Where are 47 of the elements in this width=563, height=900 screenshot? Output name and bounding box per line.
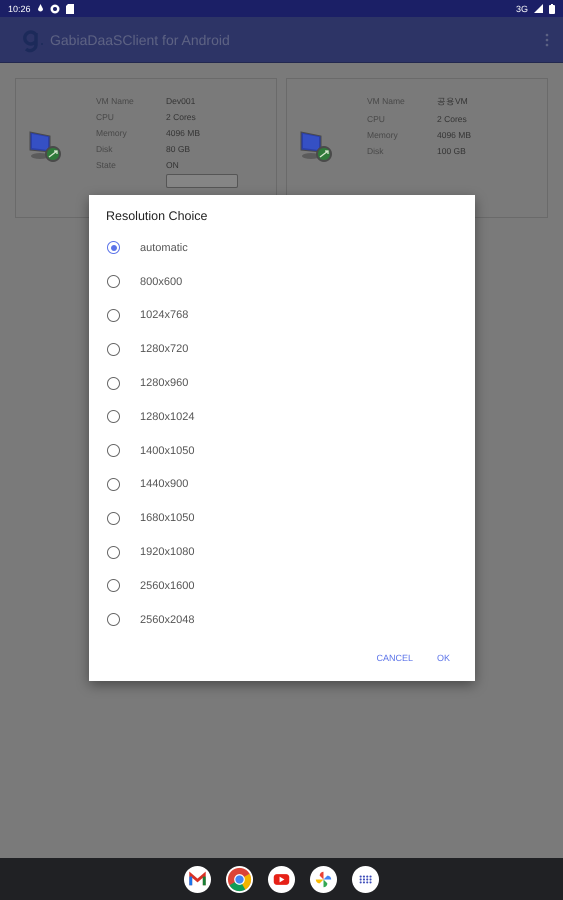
play-icon[interactable] (267, 864, 296, 894)
resolution-option[interactable]: 1680x1050 (106, 501, 457, 536)
browser-icon[interactable] (225, 864, 254, 894)
sim-card-icon (66, 4, 74, 14)
clock: 10:26 (8, 4, 31, 14)
resolution-option[interactable]: 1280x720 (106, 332, 457, 366)
resolution-option[interactable]: 1440x900 (106, 468, 457, 502)
radio-button[interactable] (107, 444, 120, 458)
field-value: 4096 MB (166, 128, 202, 138)
radio-button[interactable] (107, 241, 120, 254)
radio-button[interactable] (107, 342, 120, 356)
radio-button[interactable] (107, 613, 120, 626)
resolution-option[interactable]: 1280x960 (106, 366, 457, 400)
radio-button[interactable] (107, 308, 120, 322)
apps-icon[interactable] (351, 864, 380, 894)
resolution-option[interactable]: 2560x1600 (106, 568, 457, 603)
field-value: 4096 MB (437, 130, 472, 140)
field-value: 100 GB (437, 146, 467, 156)
radio-button[interactable] (107, 579, 120, 592)
notification-icon (50, 4, 60, 14)
radio-button[interactable] (107, 478, 120, 491)
pinwheel-icon[interactable] (309, 864, 338, 894)
resolution-option[interactable]: 2560x2048 (106, 602, 457, 637)
mail-icon[interactable] (183, 864, 212, 894)
network-type: 3G (516, 4, 528, 14)
resolution-option[interactable]: 800x600 (106, 264, 457, 299)
field-value: ON (166, 160, 180, 170)
field-value: 80 GB (166, 144, 192, 154)
resolution-option[interactable]: 1920x1080 (106, 535, 457, 569)
resolution-option[interactable]: automatic (106, 231, 457, 265)
radio-button[interactable] (107, 512, 120, 525)
field-value: 2 Cores (166, 112, 197, 122)
field-value: Dev001 (166, 96, 196, 106)
dialog-button[interactable]: OK (430, 648, 457, 667)
dialog-button[interactable]: CANCEL (369, 648, 420, 667)
resolution-option[interactable]: 1400x1050 (106, 434, 457, 468)
radio-button[interactable] (107, 376, 120, 390)
radio-button[interactable] (107, 410, 120, 424)
field-value: 공용VM (437, 96, 469, 108)
field-value: 2 Cores (437, 114, 468, 124)
resolution-option[interactable]: 1280x1024 (106, 400, 457, 434)
radio-button[interactable] (107, 275, 120, 288)
resolution-option[interactable]: 1024x768 (106, 298, 457, 332)
radio-button[interactable] (107, 546, 120, 559)
signal-icon (534, 4, 543, 13)
notification-icon (36, 4, 44, 13)
battery-icon (549, 4, 555, 14)
